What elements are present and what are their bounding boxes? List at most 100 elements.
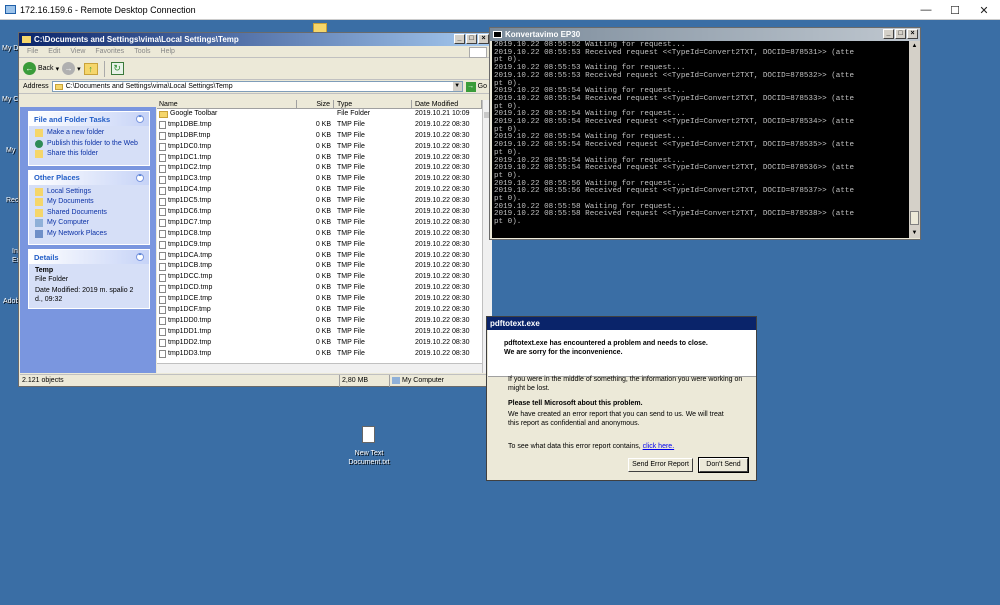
menu-favorites[interactable]: Favorites — [95, 48, 124, 55]
column-date-modified[interactable]: Date Modified — [412, 100, 482, 108]
status-size: 2,80 MB — [340, 374, 390, 387]
explorer-title-bar[interactable]: C:\Documents and Settings\vima\Local Set… — [19, 33, 491, 46]
close-button[interactable]: × — [907, 29, 918, 39]
close-button[interactable]: × — [478, 34, 489, 44]
file-date: 2019.10.22 08:30 — [415, 316, 470, 324]
file-name: tmp1DBF.tmp — [168, 131, 211, 139]
table-row[interactable]: tmp1DC1.tmp 0 KB TMP File 2019.10.22 08:30 — [157, 153, 482, 164]
file-icon — [159, 306, 166, 315]
panel-header[interactable]: File and Folder Tasks ⌃ — [29, 112, 149, 126]
file-type: TMP File — [337, 197, 365, 205]
file-size: 0 KB — [315, 284, 331, 292]
table-row[interactable]: tmp1DC4.tmp 0 KB TMP File 2019.10.22 08:30 — [157, 185, 482, 196]
file-date: 2019.10.22 08:30 — [415, 186, 470, 194]
table-row[interactable]: tmp1DBF.tmp 0 KB TMP File 2019.10.22 08:30 — [157, 131, 482, 142]
place-shared-documents[interactable]: Shared Documents — [35, 208, 143, 218]
globe-icon — [35, 139, 43, 148]
refresh-button[interactable]: ↻ — [110, 62, 124, 75]
collapse-chevron-icon[interactable]: ⌃ — [136, 173, 144, 182]
menu-tools[interactable]: Tools — [134, 48, 150, 55]
share-folder-icon — [35, 150, 43, 158]
error-title[interactable]: pdftotext.exe — [487, 317, 756, 330]
table-row[interactable]: tmp1DC5.tmp 0 KB TMP File 2019.10.22 08:30 — [157, 196, 482, 207]
table-row[interactable]: tmp1DD1.tmp 0 KB TMP File 2019.10.22 08:30 — [157, 327, 482, 338]
panel-header[interactable]: Details ⌃ — [29, 250, 149, 264]
forward-button[interactable]: → ▾ — [62, 62, 81, 75]
column-size[interactable]: Size — [297, 100, 334, 108]
menu-help[interactable]: Help — [161, 48, 175, 55]
console-title-bar[interactable]: Konvertavimo EP30 _ □ × — [490, 28, 920, 41]
table-row[interactable]: tmp1DD2.tmp 0 KB TMP File 2019.10.22 08:30 — [157, 338, 482, 349]
menu-file[interactable]: File — [27, 48, 38, 55]
table-row[interactable]: tmp1DCA.tmp 0 KB TMP File 2019.10.22 08:30 — [157, 251, 482, 262]
menu-edit[interactable]: Edit — [48, 48, 60, 55]
text-document-icon[interactable] — [362, 426, 375, 443]
details-modified: Date Modified: 2019 m. spalio 2 d., 09:3… — [35, 287, 134, 303]
table-row[interactable]: tmp1DCF.tmp 0 KB TMP File 2019.10.22 08:30 — [157, 305, 482, 316]
table-row[interactable]: tmp1DC7.tmp 0 KB TMP File 2019.10.22 08:30 — [157, 218, 482, 229]
table-row[interactable]: tmp1DCD.tmp 0 KB TMP File 2019.10.22 08:30 — [157, 283, 482, 294]
column-type[interactable]: Type — [334, 100, 412, 108]
table-row[interactable]: tmp1DC8.tmp 0 KB TMP File 2019.10.22 08:30 — [157, 229, 482, 240]
toolbar-separator — [103, 60, 105, 77]
table-row[interactable]: tmp1DC3.tmp 0 KB TMP File 2019.10.22 08:30 — [157, 174, 482, 185]
scroll-up-icon[interactable]: ▲ — [909, 41, 920, 51]
folder-icon — [22, 36, 31, 43]
file-type: TMP File — [337, 240, 365, 248]
error-tell-title: Please tell Microsoft about this problem… — [508, 400, 643, 407]
table-row[interactable]: tmp1DC0.tmp 0 KB TMP File 2019.10.22 08:30 — [157, 142, 482, 153]
rdp-close-button[interactable]: ✕ — [970, 0, 998, 20]
rdp-minimize-button[interactable]: — — [912, 0, 940, 20]
address-input[interactable]: C:\Documents and Settings\vima\Local Set… — [51, 81, 463, 92]
column-name[interactable]: Name — [157, 100, 297, 108]
horizontal-scrollbar[interactable] — [157, 363, 482, 373]
minimize-button[interactable]: _ — [454, 34, 465, 44]
click-here-link[interactable]: click here. — [643, 443, 675, 450]
collapse-chevron-icon[interactable]: ⌃ — [136, 253, 144, 261]
table-row[interactable]: tmp1DC9.tmp 0 KB TMP File 2019.10.22 08:30 — [157, 240, 482, 251]
place-my-documents[interactable]: My Documents — [35, 198, 143, 207]
dont-send-button[interactable]: Don't Send — [698, 457, 749, 473]
desktop-icon-label[interactable]: My — [6, 147, 15, 154]
up-folder-button[interactable]: ↑ — [83, 62, 98, 75]
panel-header[interactable]: Other Places ⌃ — [29, 170, 149, 185]
send-error-report-button[interactable]: Send Error Report — [628, 458, 693, 472]
desktop-icon-label[interactable]: My C — [2, 96, 18, 103]
address-dropdown-icon[interactable]: ▼ — [452, 82, 462, 91]
collapse-chevron-icon[interactable]: ⌃ — [136, 115, 144, 123]
table-row[interactable]: Google Toolbar File Folder 2019.10.21 10:0… — [157, 109, 482, 120]
table-row[interactable]: tmp1DD3.tmp 0 KB TMP File 2019.10.22 08:30 — [157, 349, 482, 360]
go-button[interactable]: → Go — [465, 81, 491, 92]
place-local-settings[interactable]: Local Settings — [35, 187, 143, 197]
file-icon — [159, 121, 166, 130]
table-row[interactable]: tmp1DD0.tmp 0 KB TMP File 2019.10.22 08:30 — [157, 316, 482, 327]
task-publish-web[interactable]: Publish this folder to the Web — [35, 139, 143, 149]
menu-view[interactable]: View — [70, 48, 85, 55]
minimize-button[interactable]: _ — [883, 29, 894, 39]
text-document-label[interactable]: New Text Document.txt — [345, 449, 393, 467]
file-type: TMP File — [337, 164, 365, 172]
table-row[interactable]: tmp1DBE.tmp 0 KB TMP File 2019.10.22 08:30 — [157, 120, 482, 131]
file-name: tmp1DC3.tmp — [168, 175, 212, 183]
table-row[interactable]: tmp1DC2.tmp 0 KB TMP File 2019.10.22 08:30 — [157, 163, 482, 174]
desktop-icon-label[interactable]: My D — [2, 45, 18, 52]
desktop-icon-label[interactable]: Adob — [3, 298, 19, 305]
table-row[interactable]: tmp1DCB.tmp 0 KB TMP File 2019.10.22 08:30 — [157, 261, 482, 272]
table-row[interactable]: tmp1DC6.tmp 0 KB TMP File 2019.10.22 08:30 — [157, 207, 482, 218]
table-row[interactable]: tmp1DCE.tmp 0 KB TMP File 2019.10.22 08:30 — [157, 294, 482, 305]
task-make-new-folder[interactable]: Make a new folder — [35, 129, 143, 138]
scroll-thumb[interactable] — [910, 211, 919, 225]
task-share-folder[interactable]: Share this folder — [35, 150, 143, 159]
console-line: 2019.10.22 08:55:58 Received request <<T… — [494, 210, 855, 219]
console-scrollbar[interactable]: ▲ ▼ — [909, 41, 920, 238]
scroll-down-icon[interactable]: ▼ — [909, 228, 920, 238]
table-row[interactable]: tmp1DCC.tmp 0 KB TMP File 2019.10.22 08:30 — [157, 272, 482, 283]
place-my-network[interactable]: My Network Places — [35, 229, 143, 239]
maximize-button[interactable]: □ — [466, 34, 477, 44]
back-button[interactable]: ← Back ▾ — [23, 62, 59, 75]
file-name: tmp1DC0.tmp — [168, 142, 212, 150]
place-my-computer[interactable]: My Computer — [35, 219, 143, 228]
maximize-button[interactable]: □ — [895, 29, 906, 39]
rdp-maximize-button[interactable]: ☐ — [941, 0, 969, 20]
file-icon — [159, 284, 166, 293]
